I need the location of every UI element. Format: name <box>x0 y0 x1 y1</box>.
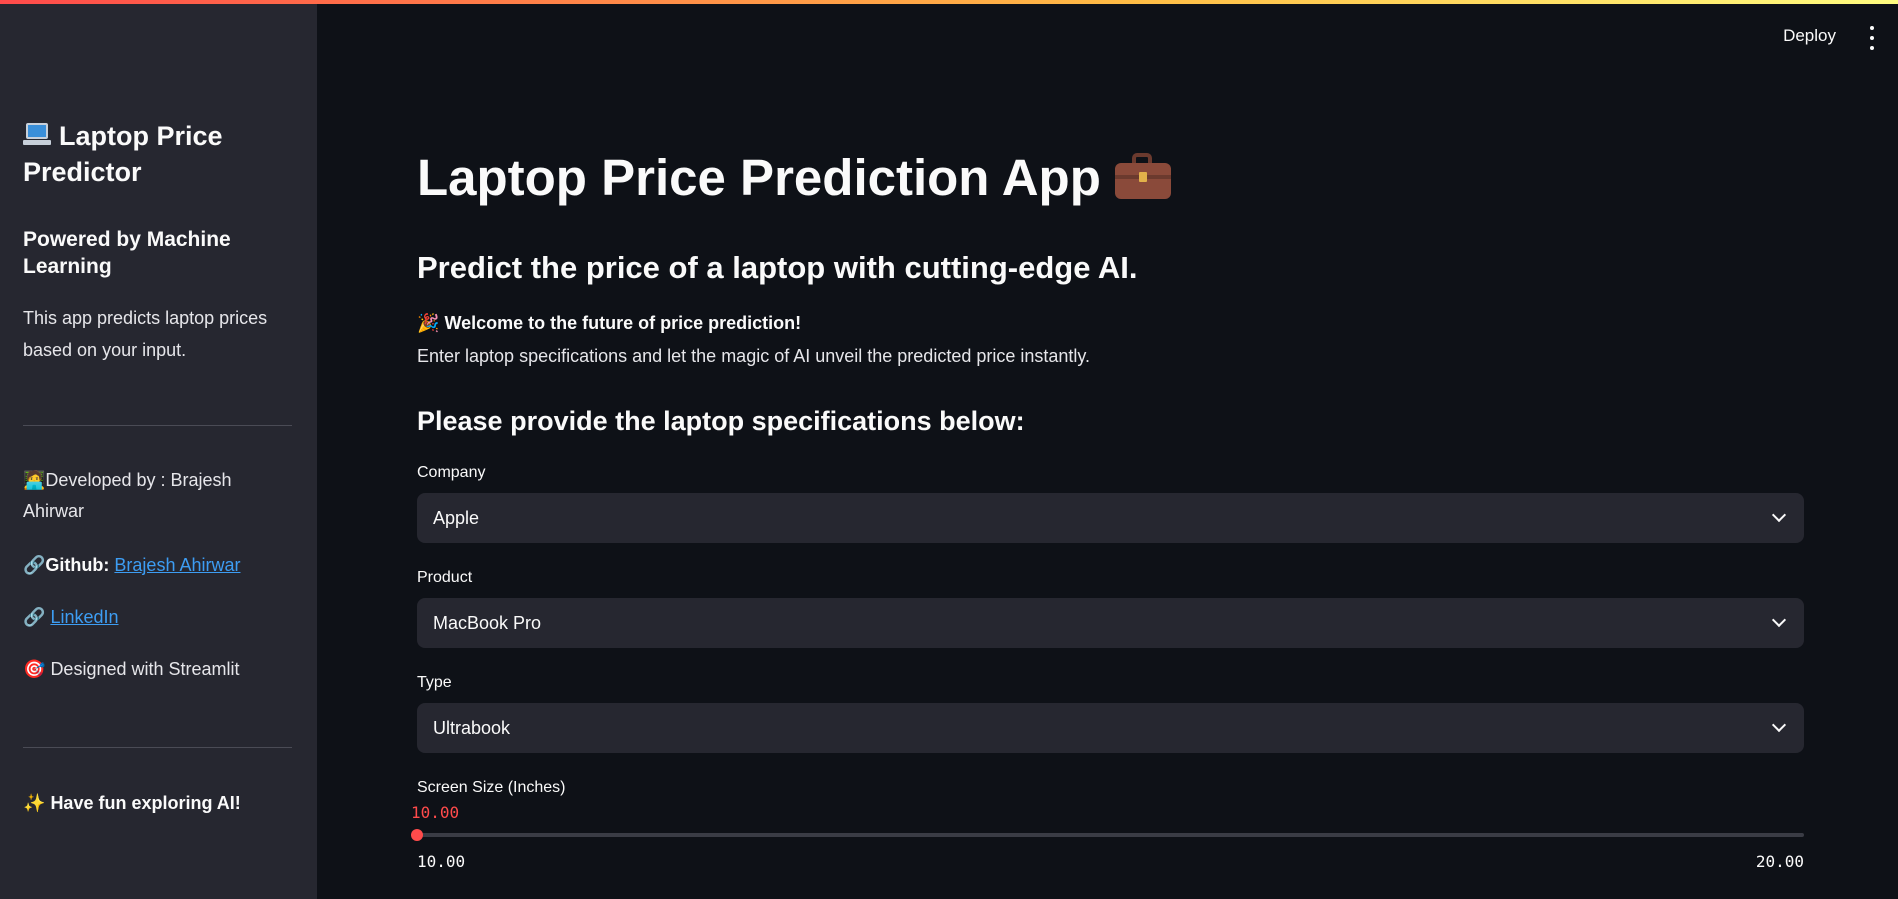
screen-size-max: 20.00 <box>1755 852 1804 871</box>
sidebar-subtitle: Powered by Machine Learning <box>23 228 231 278</box>
screen-size-slider-track[interactable] <box>417 833 1804 837</box>
page-subtitle: Predict the price of a laptop with cutti… <box>417 250 1138 285</box>
briefcase-icon <box>1114 153 1171 199</box>
github-label: Github: <box>45 555 110 575</box>
github-link[interactable]: Brajesh Ahirwar <box>114 555 240 575</box>
screen-size-slider-thumb[interactable] <box>411 829 423 841</box>
screen-size-min: 10.00 <box>417 852 466 871</box>
form-heading: Please provide the laptop specifications… <box>417 406 1025 436</box>
technologist-icon: 🧑‍💻 <box>23 470 46 491</box>
sidebar-description: This app predicts laptop prices based on… <box>23 308 268 360</box>
sidebar: Laptop Price Predictor Powered by Machin… <box>0 0 317 899</box>
developer-credit: 🧑‍💻Developed by : Brajesh Ahirwar <box>23 465 293 527</box>
laptop-icon <box>23 123 51 147</box>
screen-size-current-value: 10.00 <box>411 803 460 822</box>
chevron-down-icon <box>1771 507 1787 523</box>
company-select[interactable]: Apple <box>417 493 1804 543</box>
chevron-down-icon <box>1771 612 1787 628</box>
page-title-text: Laptop Price Prediction App <box>417 149 1101 206</box>
product-select[interactable]: MacBook Pro <box>417 598 1804 648</box>
type-label: Type <box>417 674 452 691</box>
page-title: Laptop Price Prediction App <box>417 146 1171 210</box>
intro-text: Enter laptop specifications and let the … <box>417 346 1091 366</box>
company-select-value: Apple <box>433 507 480 528</box>
sidebar-divider <box>23 425 292 426</box>
main-content: Deploy Laptop Price Prediction App Predi… <box>317 0 1898 899</box>
welcome-text: Welcome to the future of price predictio… <box>444 313 802 333</box>
type-select-value: Ultrabook <box>433 717 511 738</box>
product-select-value: MacBook Pro <box>433 612 542 633</box>
product-label: Product <box>417 569 473 586</box>
screen-size-label: Screen Size (Inches) <box>417 779 566 796</box>
designed-text: Designed with Streamlit <box>50 659 240 679</box>
link-icon: 🔗 <box>23 607 46 628</box>
link-icon: 🔗 <box>23 555 46 576</box>
linkedin-link[interactable]: LinkedIn <box>50 607 118 627</box>
deploy-button[interactable]: Deploy <box>1783 26 1836 46</box>
type-select[interactable]: Ultrabook <box>417 703 1804 753</box>
more-vertical-icon[interactable] <box>1862 26 1882 50</box>
sparkles-icon: ✨ <box>23 793 46 814</box>
sidebar-divider <box>23 747 292 748</box>
company-label: Company <box>417 464 486 481</box>
sidebar-title-text: Laptop Price Predictor <box>23 121 223 187</box>
linkedin-line: 🔗 LinkedIn <box>23 602 293 633</box>
welcome-line: 🎉 Welcome to the future of price predict… <box>417 310 801 337</box>
party-popper-icon: 🎉 <box>417 313 440 334</box>
sidebar-title: Laptop Price Predictor <box>23 118 293 190</box>
fun-line: ✨ Have fun exploring AI! <box>23 788 293 819</box>
designed-with-line: 🎯 Designed with Streamlit <box>23 654 293 685</box>
chevron-down-icon <box>1771 717 1787 733</box>
fun-text: Have fun exploring AI! <box>50 793 241 813</box>
github-line: 🔗Github: Brajesh Ahirwar <box>23 550 293 581</box>
top-decoration-bar <box>0 0 1898 4</box>
target-icon: 🎯 <box>23 659 46 680</box>
developer-text: Developed by : Brajesh Ahirwar <box>23 470 232 521</box>
